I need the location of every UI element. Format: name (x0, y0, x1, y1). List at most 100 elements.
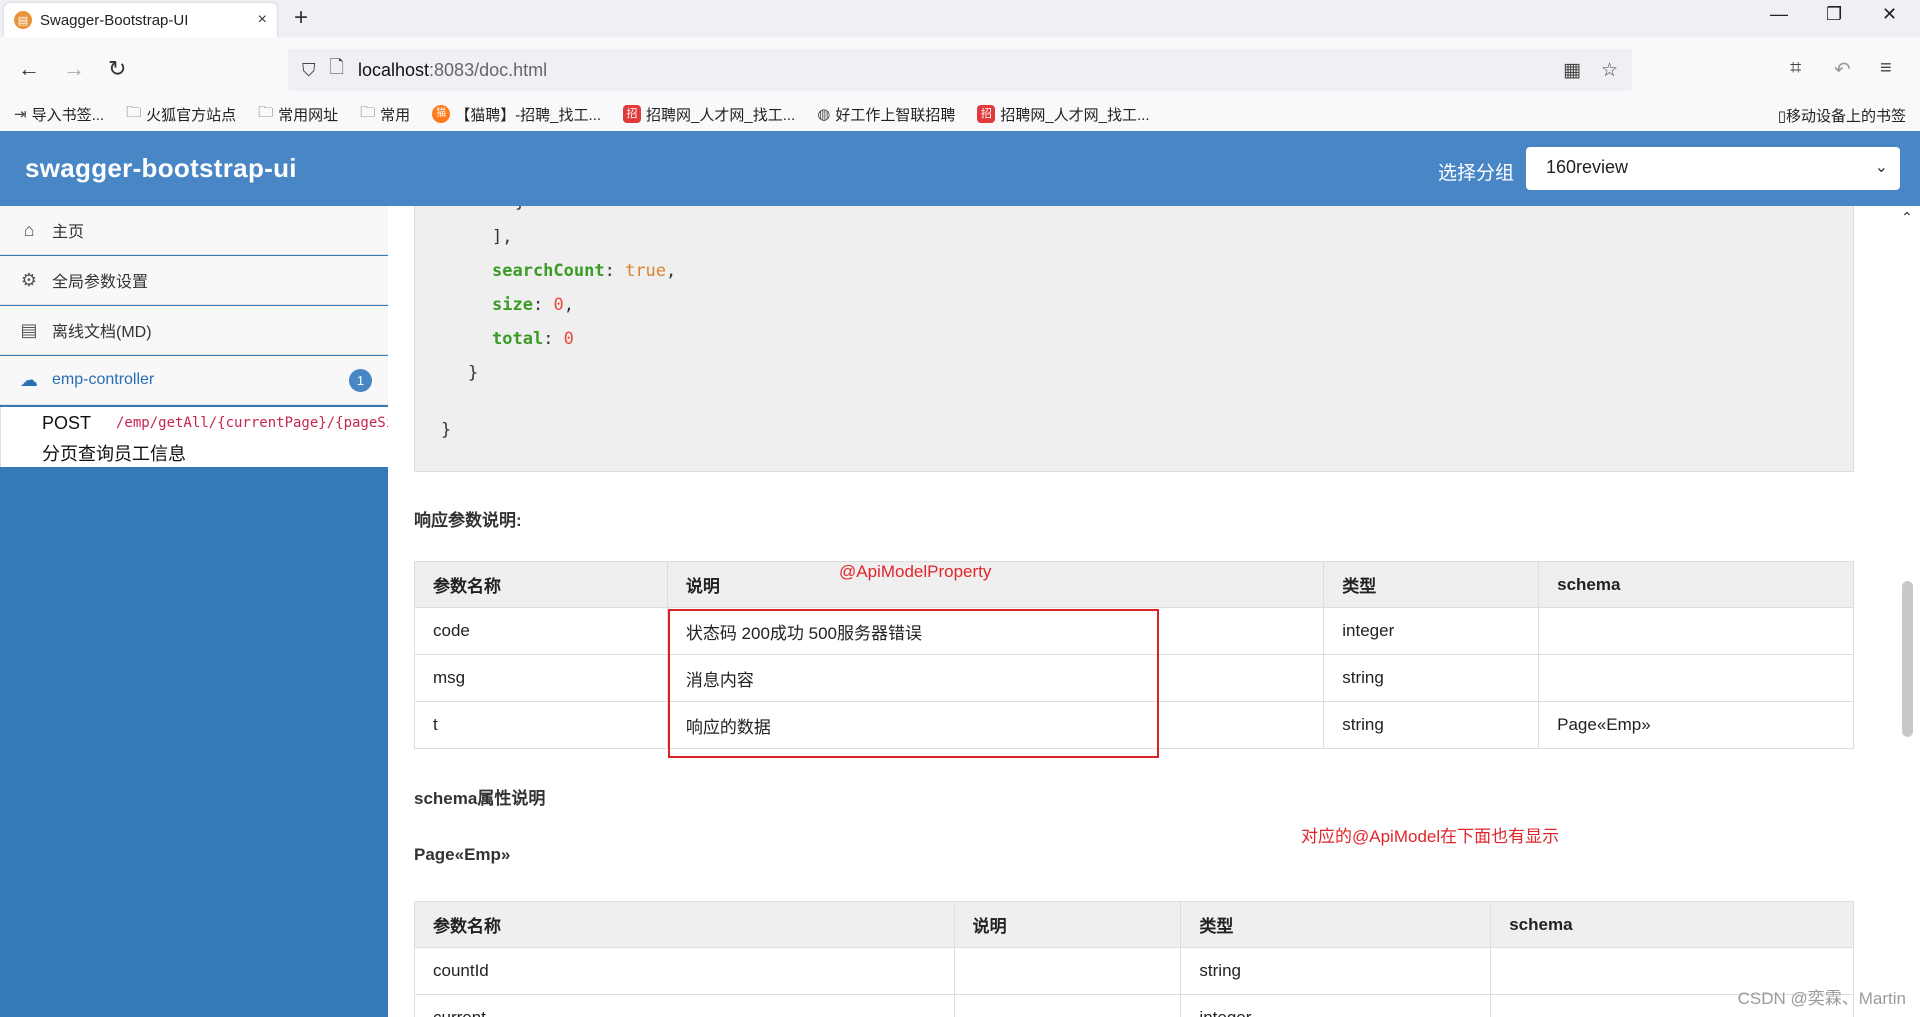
table-row: current integer (414, 994, 1854, 1017)
json-value: 0 (563, 329, 574, 349)
sidebar: ⌂ 主页 ⚙ 全局参数设置 ▤ 离线文档(MD) ☁ emp-controlle… (0, 206, 388, 1017)
group-label: 选择分组 (1438, 163, 1515, 184)
bookmark-star-icon[interactable]: ☆ (1601, 59, 1618, 82)
screenshot-crop-icon[interactable]: ⌗ (1790, 57, 1801, 80)
table-header: 类型 (1180, 901, 1492, 948)
json-key: total (492, 329, 544, 349)
browser-nav-bar: ← → ↻ ⛉ 🗋 localhost :8083/doc.html ▦ ☆ ⌗… (0, 37, 1920, 104)
maopin-icon: 猫 (432, 105, 451, 123)
table-header: schema (1490, 901, 1854, 948)
bookmark-item[interactable]: 🗀 火狐官方站点 (126, 102, 236, 127)
mobile-bookmarks[interactable]: ▯移动设备上的书签 (1778, 105, 1906, 126)
annotation-apimodel: 对应的@ApiModel在下面也有显示 (1301, 827, 1560, 846)
code-line: size: 0, (492, 295, 574, 315)
api-item[interactable]: POST /emp/getAll/{currentPage}/{pageSize… (0, 407, 388, 467)
annotation-highlight-box (668, 609, 1159, 758)
qr-code-icon[interactable]: ▦ (1563, 59, 1581, 82)
sidebar-item-label: emp-controller (52, 371, 155, 388)
sidebar-item-offline-doc[interactable]: ▤ 离线文档(MD) (0, 306, 388, 355)
table-cell (1538, 607, 1854, 655)
response-example-code: } ], searchCount: true, size: 0, total: … (414, 206, 1854, 472)
reload-icon[interactable]: ↻ (108, 56, 126, 82)
code-line: total: 0 (492, 329, 574, 349)
watermark: CSDN @奕霖、Martin (1737, 989, 1906, 1008)
settings-doc-icon: ⚙ (20, 269, 38, 290)
bookmark-item[interactable]: ◍ 好工作上智联招聘 (817, 104, 955, 125)
bookmark-item[interactable]: 🗀 常用网址 (258, 102, 338, 127)
globe-icon: ◍ (817, 106, 831, 123)
page-scrollbar[interactable]: ⌃ (1895, 206, 1920, 1017)
forward-arrow-icon[interactable]: → (63, 56, 85, 82)
bookmark-item[interactable]: 猫【猫聘】-招聘_找工... (432, 104, 601, 125)
folder-icon: 🗀 (360, 103, 376, 121)
table-cell: msg (414, 654, 668, 702)
browser-tab[interactable]: ▤ Swagger-Bootstrap-UI × (4, 3, 277, 37)
sidebar-item-emp-controller[interactable]: ☁ emp-controller 1 (0, 356, 388, 405)
tab-close-icon[interactable]: × (258, 11, 267, 29)
window-restore-button[interactable]: ❐ (1826, 4, 1842, 25)
url-bar[interactable]: ⛉ 🗋 localhost :8083/doc.html ▦ ☆ (288, 49, 1632, 91)
json-value: true (625, 261, 667, 281)
window-minimize-button[interactable]: — (1770, 4, 1788, 25)
app-header: swagger-bootstrap-ui 选择分组 160review ⌄ (0, 131, 1920, 206)
zhaopin-icon: 招 (623, 105, 642, 123)
shield-icon[interactable]: ⛉ (302, 60, 316, 81)
bookmarks-bar: ⇥ 导入书签... 🗀 火狐官方站点 🗀 常用网址 🗀 常用 猫【猫聘】-招聘_找工..… (0, 97, 1920, 131)
folder-icon: 🗀 (126, 103, 142, 121)
table-header: 说明 (953, 901, 1182, 948)
table-cell (953, 947, 1182, 995)
code-line: } (515, 206, 525, 212)
undo-icon[interactable]: ↶ (1834, 57, 1851, 82)
table-cell: t (414, 701, 668, 749)
table-cell: integer (1323, 607, 1540, 655)
code-line: searchCount: true, (492, 261, 677, 281)
menu-icon[interactable]: ≡ (1880, 57, 1892, 80)
zhaopin-icon: 招 (977, 105, 996, 123)
home-icon: ⌂ (23, 219, 35, 240)
api-description: 分页查询员工信息 (42, 444, 186, 464)
annotation-apimodelproperty: @ApiModelProperty (839, 562, 992, 581)
scroll-up-icon[interactable]: ⌃ (1901, 209, 1913, 226)
table-header: 参数名称 (414, 561, 668, 608)
table-header: schema (1538, 561, 1854, 608)
main-content: } ], searchCount: true, size: 0, total: … (388, 206, 1895, 1017)
chevron-down-icon: ⌄ (1874, 159, 1888, 176)
window-close-button[interactable]: ✕ (1882, 4, 1897, 25)
new-tab-button[interactable]: + (294, 4, 308, 32)
table-cell: string (1180, 947, 1492, 995)
api-path: /emp/getAll/{currentPage}/{pageSize} (116, 415, 388, 431)
table-cell: countId (414, 947, 955, 995)
cloud-api-icon: ☁ (20, 369, 38, 390)
bookmark-item[interactable]: ⇥ 导入书签... (14, 104, 104, 125)
tab-title: Swagger-Bootstrap-UI (40, 11, 189, 29)
schema-section-label: schema属性说明 (414, 789, 546, 808)
table-cell: Page«Emp» (1538, 701, 1854, 749)
sidebar-item-label: 主页 (52, 224, 85, 241)
table-cell (1538, 654, 1854, 702)
back-arrow-icon[interactable]: ← (18, 56, 40, 82)
count-badge: 1 (349, 369, 372, 392)
bookmark-item[interactable]: 🗀 常用 (360, 102, 410, 127)
table-header: 说明 (666, 561, 1325, 608)
group-select-value: 160review (1546, 157, 1629, 177)
bookmark-item[interactable]: 招招聘网_人才网_找工... (977, 104, 1150, 125)
json-key: searchCount (492, 261, 605, 281)
url-host: localhost (357, 59, 430, 80)
browser-tab-strip: ▤ Swagger-Bootstrap-UI × + — ❐ ✕ (0, 0, 1920, 37)
page-icon[interactable]: 🗋 (330, 55, 344, 85)
document-icon: ▤ (20, 319, 38, 340)
code-line: ], (492, 227, 513, 247)
json-key: size (492, 295, 533, 315)
table-header: 类型 (1323, 561, 1540, 608)
bookmark-item[interactable]: 招招聘网_人才网_找工... (623, 104, 795, 125)
group-select[interactable]: 160review ⌄ (1526, 147, 1900, 190)
scrollbar-thumb[interactable] (1902, 581, 1913, 737)
sidebar-item-home[interactable]: ⌂ 主页 (0, 206, 388, 255)
table-cell (953, 994, 1182, 1017)
table-cell: integer (1180, 994, 1492, 1017)
table-cell: string (1323, 654, 1540, 702)
mobile-device-icon: ▯ (1777, 108, 1786, 125)
url-path: :8083/doc.html (429, 59, 548, 80)
sidebar-item-label: 离线文档(MD) (52, 324, 152, 341)
sidebar-item-global-params[interactable]: ⚙ 全局参数设置 (0, 256, 388, 305)
